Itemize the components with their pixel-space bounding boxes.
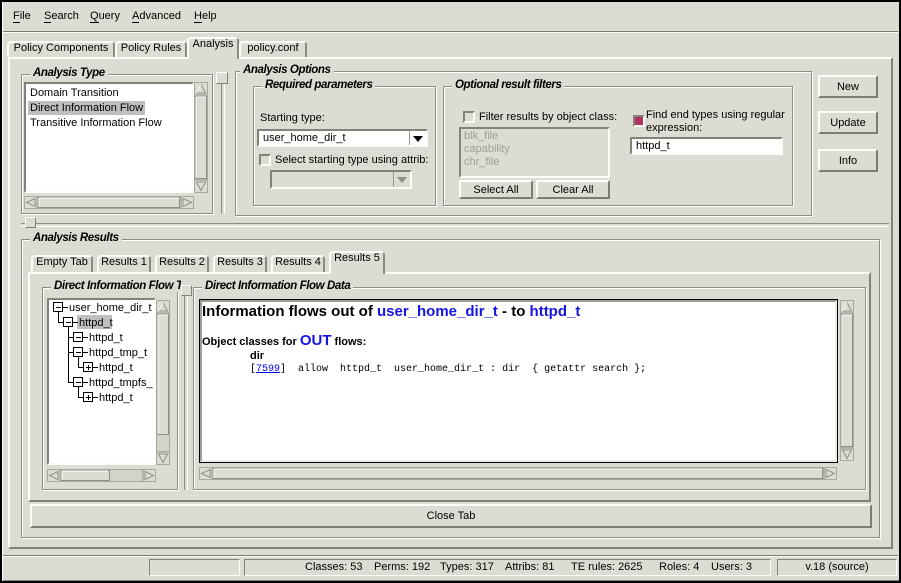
svg-text:httpd_t: httpd_t [99, 362, 133, 374]
svg-text:httpd_t: httpd_t [89, 332, 123, 344]
svg-text:httpd_t: httpd_t [99, 392, 133, 404]
svg-text:httpd_tmpfs_: httpd_tmpfs_ [89, 377, 153, 389]
svg-text:httpd_tmp_t: httpd_tmp_t [89, 347, 147, 359]
svg-text:user_home_dir_t: user_home_dir_t [69, 302, 152, 314]
svg-text:httpd_t: httpd_t [79, 317, 113, 329]
